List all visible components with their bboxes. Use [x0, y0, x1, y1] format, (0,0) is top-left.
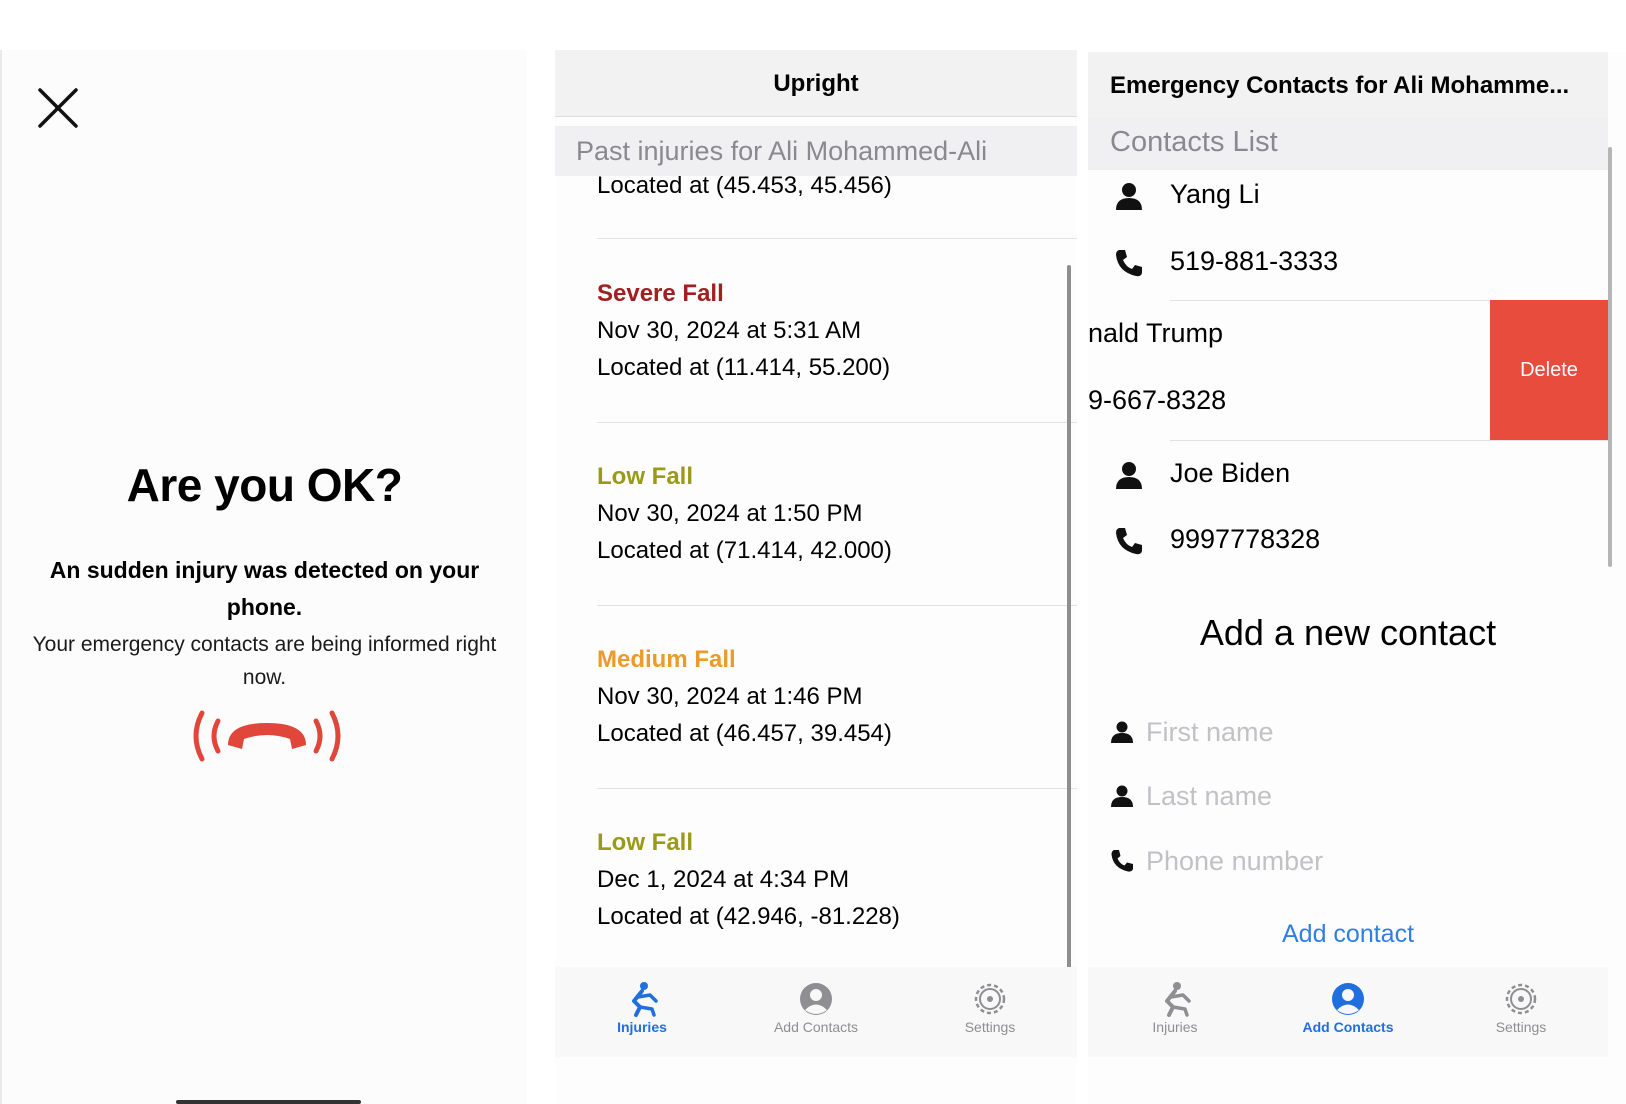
first-name-field: [1110, 708, 1590, 756]
gear-icon: [974, 983, 1006, 1015]
tab-settings[interactable]: Settings: [1434, 967, 1608, 1057]
person-icon: [1116, 183, 1142, 210]
injury-location: Located at (42.946, -81.228): [597, 903, 900, 930]
nav-bar: Emergency Contacts for Ali Mohamme...: [1088, 52, 1608, 119]
phone-icon: [1116, 250, 1142, 277]
person-circle-icon: [800, 983, 832, 1015]
list-item[interactable]: Severe Fall Nov 30, 2024 at 5:31 AM Loca…: [597, 275, 1067, 386]
injury-list[interactable]: Past injuries for Ali Mohammed-Ali Locat…: [555, 117, 1077, 1057]
contact-name: Joe Biden: [1170, 458, 1291, 488]
injury-location: Located at (71.414, 42.000): [597, 537, 892, 564]
divider: [597, 422, 1077, 423]
phone-ringing-icon: [193, 710, 341, 762]
alert-screen: Are you OK? An sudden injury was detecte…: [0, 50, 527, 1104]
home-indicator: [176, 1100, 361, 1104]
injury-severity: Severe Fall: [597, 280, 724, 307]
contact-phone: 519-881-3333: [1170, 246, 1339, 276]
close-icon[interactable]: [38, 88, 78, 128]
section-header-label: Past injuries for Ali Mohammed-Ali: [576, 136, 988, 166]
tab-label: Injuries: [617, 1019, 667, 1035]
person-icon: [1111, 721, 1133, 743]
tab-label: Injuries: [1152, 1019, 1198, 1035]
scrollbar[interactable]: [1067, 265, 1071, 975]
nav-title: Emergency Contacts for Ali Mohamme...: [1110, 72, 1570, 99]
fall-icon: [1165, 982, 1191, 1017]
first-name-input[interactable]: [1146, 708, 1586, 756]
list-item[interactable]: Medium Fall Nov 30, 2024 at 1:46 PM Loca…: [597, 641, 1067, 752]
injury-severity: Low Fall: [597, 463, 693, 490]
phone-number-input[interactable]: [1146, 837, 1586, 885]
divider: [1170, 440, 1608, 441]
tab-label: Settings: [964, 1019, 1016, 1035]
alert-message: An sudden injury was detected on your ph…: [49, 557, 480, 620]
divider: [597, 238, 1077, 239]
phone-number-field: [1110, 837, 1590, 885]
list-item[interactable]: Low Fall Nov 30, 2024 at 1:50 PM Located…: [597, 458, 1067, 569]
injury-location: Located at (46.457, 39.454): [597, 720, 892, 747]
divider: [597, 788, 1077, 789]
phone-icon: [1111, 850, 1133, 872]
injury-location: Located at (11.414, 55.200): [597, 354, 891, 381]
injuries-screen: Upright Past injuries for Ali Mohammed-A…: [555, 50, 1077, 1104]
contact-phone: 9-667-8328: [1088, 385, 1227, 415]
tab-label: Settings: [1495, 1019, 1547, 1035]
last-name-field: [1110, 772, 1590, 820]
list-item[interactable]: Low Fall Dec 1, 2024 at 4:34 PM Located …: [597, 824, 1067, 935]
fall-icon: [632, 982, 658, 1017]
delete-button[interactable]: Delete: [1490, 300, 1608, 440]
injury-datetime: Dec 1, 2024 at 4:34 PM: [597, 866, 850, 893]
injury-datetime: Nov 30, 2024 at 1:50 PM: [597, 500, 863, 527]
add-contact-button[interactable]: Add contact: [1088, 920, 1608, 949]
tab-bar: Injuries Add Contacts Settings: [1088, 967, 1608, 1057]
contact-name: Yang Li: [1170, 179, 1260, 209]
gear-icon: [1505, 983, 1537, 1015]
contact-phone: 9997778328: [1170, 524, 1321, 554]
injury-datetime: Nov 30, 2024 at 1:46 PM: [597, 683, 863, 710]
tab-label: Add Contacts: [1302, 1019, 1394, 1035]
person-circle-icon: [1332, 983, 1364, 1015]
section-header-label: Contacts List: [1110, 126, 1278, 158]
nav-title: Upright: [773, 70, 859, 97]
alert-subtitle: Your emergency contacts are being inform…: [32, 633, 497, 689]
tab-label: Add Contacts: [773, 1019, 859, 1035]
tab-injuries[interactable]: Injuries: [1088, 967, 1262, 1057]
add-contact-title: Add a new contact: [1199, 612, 1497, 653]
divider: [597, 605, 1077, 606]
tab-injuries[interactable]: Injuries: [555, 967, 729, 1057]
contact-name: nald Trump: [1088, 318, 1224, 348]
injury-datetime: Nov 30, 2024 at 5:31 AM: [597, 317, 862, 344]
injury-severity: Low Fall: [597, 829, 693, 856]
tab-bar: Injuries Add Contacts Settings: [555, 967, 1077, 1057]
phone-icon: [1116, 528, 1142, 555]
contacts-screen: Emergency Contacts for Ali Mohamme... Co…: [1088, 52, 1626, 1104]
alert-title: Are you OK?: [126, 459, 403, 511]
person-icon: [1111, 785, 1133, 807]
section-header: Contacts List: [1088, 118, 1608, 170]
injury-location: Located at (45.453, 45.456): [597, 172, 892, 199]
nav-bar: Upright: [555, 50, 1077, 117]
section-header: Past injuries for Ali Mohammed-Ali: [555, 126, 1077, 176]
tab-add-contacts[interactable]: Add Contacts: [729, 967, 903, 1057]
injury-severity: Medium Fall: [597, 646, 736, 673]
last-name-input[interactable]: [1146, 772, 1586, 820]
tab-add-contacts[interactable]: Add Contacts: [1261, 967, 1435, 1057]
person-icon: [1116, 462, 1142, 489]
tab-settings[interactable]: Settings: [903, 967, 1077, 1057]
scrollbar[interactable]: [1608, 147, 1612, 567]
